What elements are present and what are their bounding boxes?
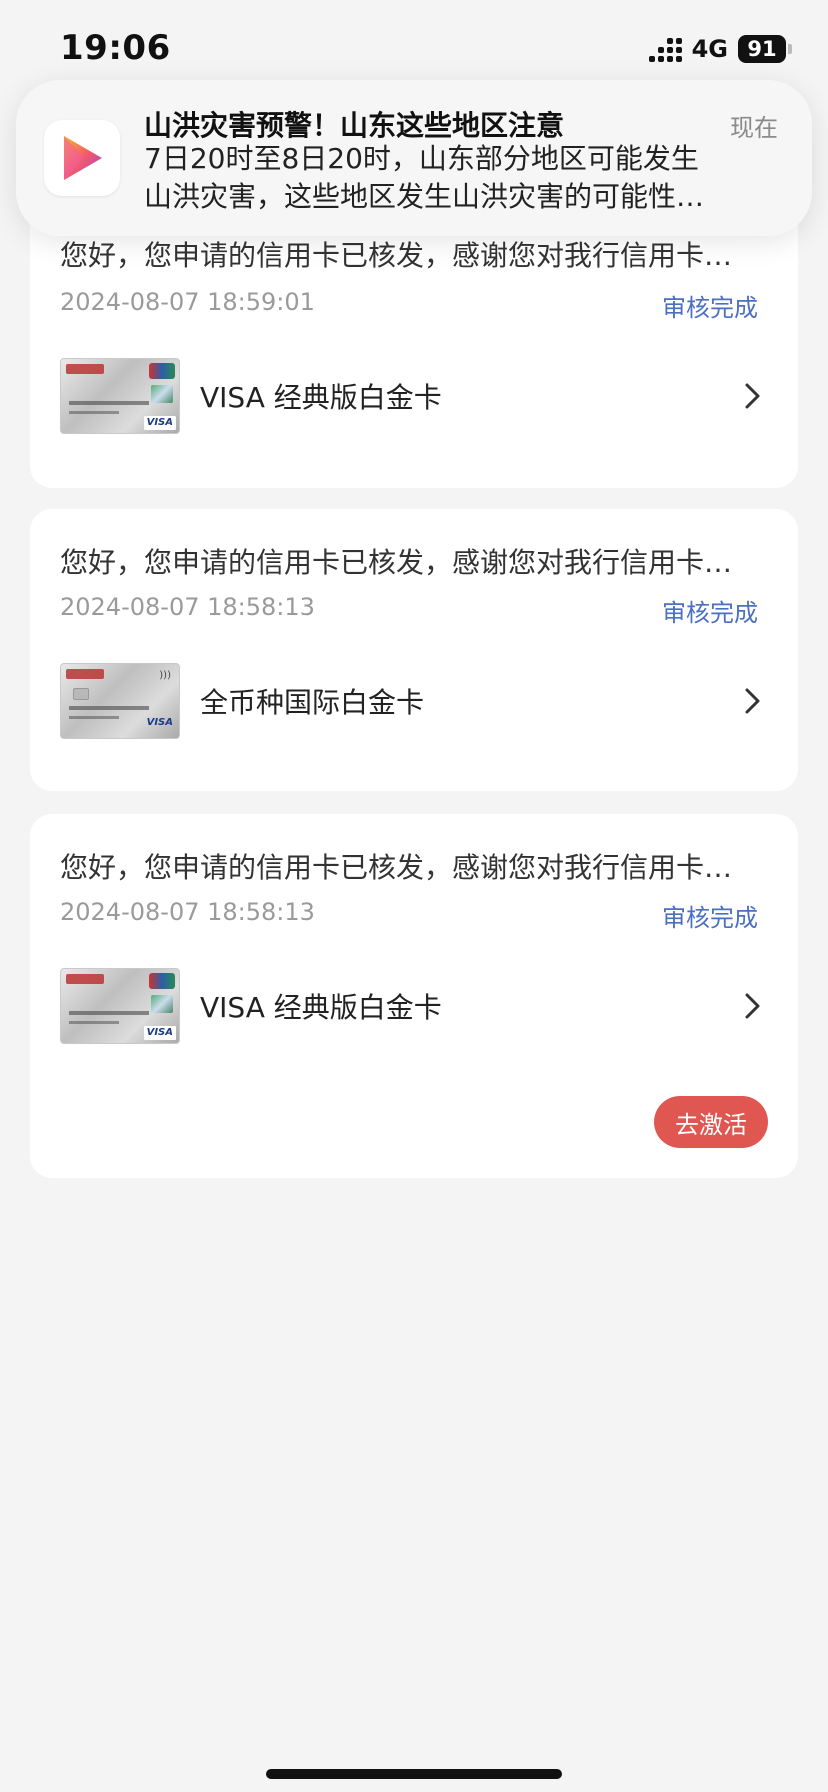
notification-body-line: 7日20时至8日20时，山东部分地区可能发生 [144,142,699,175]
card-product-row[interactable]: VISA VISA 经典版白金卡 [60,358,768,434]
card-status: 审核完成 [662,294,758,322]
card-time: 2024-08-07 18:58:13 [60,898,315,926]
credit-card-image: VISA [60,358,180,434]
home-indicator[interactable] [266,1769,562,1779]
card-status: 审核完成 [662,599,758,627]
card-message: 您好，您申请的信用卡已核发，感谢您对我行信用卡… [60,239,733,272]
notification-title: 山洪灾害预警！山东这些地区注意 [144,109,565,142]
signal-icon [648,36,682,62]
status-indicators: 4G 91 [648,34,792,64]
video-play-icon [44,120,120,196]
notification-body-line: 山洪灾害，这些地区发生山洪灾害的可能性… [144,180,705,213]
card-product-name: VISA 经典版白金卡 [200,991,442,1024]
application-card: 您好，您申请的信用卡已核发，感谢您对我行信用卡… 2024-08-07 18:5… [30,509,798,791]
application-card: 您好，您申请的信用卡已核发，感谢您对我行信用卡… 2024-08-07 18:5… [30,814,798,1178]
chevron-right-icon [738,686,768,716]
card-product-name: VISA 经典版白金卡 [200,381,442,414]
chevron-right-icon [738,381,768,411]
notification-banner[interactable]: 山洪灾害预警！山东这些地区注意 现在 7日20时至8日20时，山东部分地区可能发… [16,80,812,236]
card-product-row[interactable]: ))) VISA 全币种国际白金卡 [60,663,768,739]
card-time: 2024-08-07 18:58:13 [60,593,315,621]
card-product-name: 全币种国际白金卡 [200,686,425,719]
application-card: 您好，您申请的信用卡已核发，感谢您对我行信用卡… 2024-08-07 18:5… [30,196,798,488]
battery-level: 91 [738,35,786,63]
network-type: 4G [691,35,728,63]
card-time: 2024-08-07 18:59:01 [60,288,315,316]
card-message: 您好，您申请的信用卡已核发，感谢您对我行信用卡… [60,546,733,579]
activate-button[interactable]: 去激活 [654,1096,768,1148]
status-time: 19:06 [60,28,171,68]
battery-icon: 91 [738,35,792,63]
card-product-row[interactable]: VISA VISA 经典版白金卡 [60,968,768,1044]
credit-card-image: VISA [60,968,180,1044]
credit-card-image: ))) VISA [60,663,180,739]
card-status: 审核完成 [662,904,758,932]
screen: 19:06 4G 91 您好，您申请的信用卡已核发，感谢您对我行信用卡… 202… [0,0,828,1792]
card-message: 您好，您申请的信用卡已核发，感谢您对我行信用卡… [60,851,733,884]
notification-time: 现在 [730,114,778,142]
chevron-right-icon [738,991,768,1021]
notification-body: 7日20时至8日20时，山东部分地区可能发生 山洪灾害，这些地区发生山洪灾害的可… [144,140,784,216]
